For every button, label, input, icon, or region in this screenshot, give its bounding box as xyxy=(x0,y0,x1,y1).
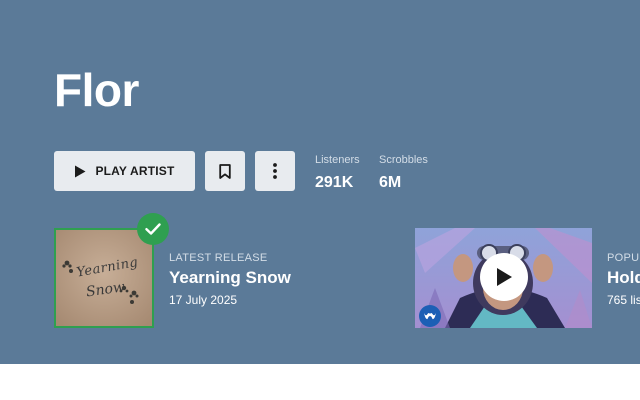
cover-artwork: Yearning Snow xyxy=(56,230,152,326)
listeners-stat: Listeners 291K xyxy=(315,153,360,193)
video-play-button[interactable] xyxy=(480,253,528,301)
play-artist-button[interactable]: PLAY ARTIST xyxy=(54,151,195,191)
popular-label: POPUL xyxy=(607,252,640,264)
record-label-icon xyxy=(424,313,436,320)
popular-listeners: 765 lis xyxy=(607,293,640,307)
more-vertical-icon xyxy=(273,163,277,179)
check-icon xyxy=(145,223,161,235)
record-label-badge xyxy=(419,305,441,327)
bookmark-button[interactable] xyxy=(205,151,245,191)
saved-badge xyxy=(137,213,169,245)
latest-release-cover[interactable]: Yearning Snow xyxy=(54,228,154,328)
play-artist-label: PLAY ARTIST xyxy=(95,164,175,178)
play-icon xyxy=(75,165,86,177)
scrobbles-stat: Scrobbles 6M xyxy=(379,153,428,193)
scrobbles-label: Scrobbles xyxy=(379,154,428,166)
latest-release-label: LATEST RELEASE xyxy=(169,252,268,264)
artist-header: Flor PLAY ARTIST Listeners 291K Scrobble… xyxy=(0,0,640,364)
play-icon xyxy=(497,268,512,286)
bookmark-icon xyxy=(219,163,231,179)
scrobbles-value: 6M xyxy=(379,174,402,191)
artist-name: Flor xyxy=(54,64,139,116)
latest-release-date: 17 July 2025 xyxy=(169,293,238,307)
more-options-button[interactable] xyxy=(255,151,295,191)
popular-title[interactable]: Hold xyxy=(607,267,640,289)
listeners-label: Listeners xyxy=(315,154,360,166)
latest-release-title[interactable]: Yearning Snow xyxy=(169,267,291,289)
listeners-value: 291K xyxy=(315,174,354,191)
